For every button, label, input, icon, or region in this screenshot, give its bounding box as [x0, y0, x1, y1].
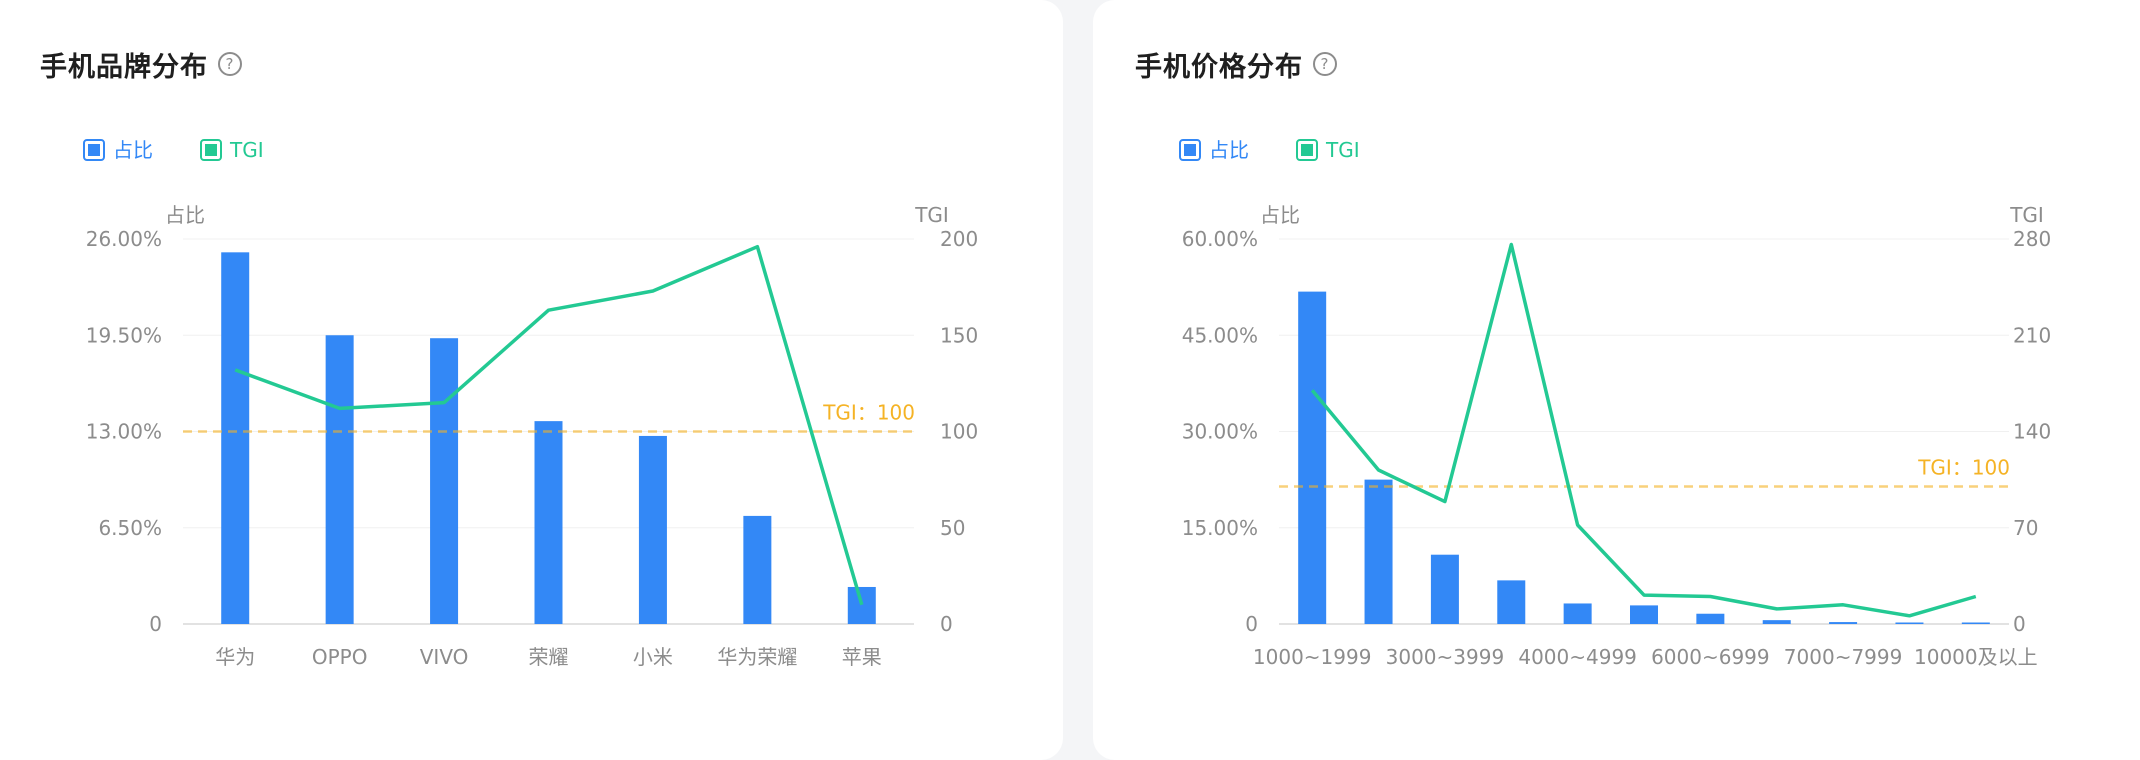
x-tick-label: 4000~4999	[1518, 645, 1637, 669]
tgi-reference-label: TGI：100	[1917, 456, 2010, 480]
y-tick-label: 26.00%	[86, 227, 162, 251]
bar-6500~6999[interactable]	[1762, 620, 1791, 624]
legend-label: 占比	[1209, 138, 1249, 162]
bar-5000~5999[interactable]	[1630, 605, 1658, 624]
bar-荣耀[interactable]	[534, 421, 563, 624]
x-tick-label: 6000~6999	[1651, 645, 1770, 669]
x-tick-label: VIVO	[420, 645, 469, 669]
chart-1: 占比 TGI 占比 TGI 0 6.50% 13.00% 19.50% 26.00% 0 50 100…	[83, 138, 978, 669]
y2-tick-label: 150	[940, 323, 978, 347]
chart-2: 占比 TGI 占比 TGI 0 15.00% 30.00% 45.00% 60.00% 0 70 14…	[1179, 138, 2051, 669]
bar-VIVO[interactable]	[430, 338, 459, 624]
bar-8000~9999[interactable]	[1895, 622, 1924, 625]
bar-2000~2999[interactable]	[1364, 479, 1393, 624]
x-tick-label: 华为荣耀	[717, 645, 797, 669]
tgi-reference-label: TGI：100	[822, 401, 915, 425]
bar-10000及以上[interactable]	[1961, 622, 1990, 625]
bar-4000~4999[interactable]	[1563, 603, 1592, 624]
y2-tick-label: 70	[2013, 516, 2038, 540]
legend-label: TGI	[229, 138, 264, 162]
bar-1000~1999[interactable]	[1298, 291, 1327, 624]
y-tick-label: 45.00%	[1182, 323, 1258, 347]
y-tick-label: 19.50%	[86, 323, 162, 347]
y2-tick-label: 140	[2013, 420, 2051, 444]
y2-tick-label: 280	[2013, 227, 2051, 251]
y2-axis-title: TGI	[2009, 203, 2044, 227]
y-tick-label: 30.00%	[1182, 420, 1258, 444]
x-tick-label: 7000~7999	[1784, 645, 1903, 669]
y2-tick-label: 0	[2013, 612, 2026, 636]
x-tick-label: 华为	[215, 645, 255, 669]
bar-3000~3999[interactable]	[1430, 554, 1459, 624]
y-tick-label: 15.00%	[1182, 516, 1258, 540]
bar-华为荣耀[interactable]	[743, 515, 772, 624]
legend-swatch	[1184, 144, 1196, 156]
legend-item-share[interactable]: 占比	[83, 138, 153, 162]
x-tick-label: 苹果	[842, 645, 882, 669]
legend-item-tgi[interactable]: TGI	[1296, 138, 1360, 162]
legend-swatch	[1301, 144, 1313, 156]
x-tick-label: 1000~1999	[1253, 645, 1372, 669]
x-tick-label: 小米	[633, 645, 673, 669]
y2-tick-label: 100	[940, 420, 978, 444]
legend-swatch	[205, 144, 217, 156]
legend-item-tgi[interactable]: TGI	[200, 138, 264, 162]
y-tick-label: 6.50%	[98, 516, 162, 540]
x-tick-label: 荣耀	[529, 645, 569, 669]
y-axis-title: 占比	[165, 203, 205, 227]
tgi-series-line[interactable]	[1310, 242, 1977, 618]
y-tick-label: 13.00%	[86, 420, 162, 444]
x-tick-label: 3000~3999	[1386, 645, 1505, 669]
y-tick-label: 0	[1245, 612, 1258, 636]
bar-3500~3999[interactable]	[1497, 580, 1526, 624]
y-axis-title: 占比	[1260, 203, 1300, 227]
y2-tick-label: 200	[940, 227, 978, 251]
x-tick-label: 10000及以上	[1914, 645, 2038, 669]
bar-小米[interactable]	[638, 435, 667, 624]
y2-tick-label: 50	[940, 516, 965, 540]
charts-canvas: 占比 TGI 占比 TGI 0 6.50% 13.00% 19.50% 26.00% 0 50 100…	[83, 138, 2051, 669]
legend-item-share[interactable]: 占比	[1179, 138, 1249, 162]
bar-6000~6999[interactable]	[1696, 613, 1725, 624]
x-tick-label: OPPO	[312, 645, 368, 669]
y2-tick-label: 0	[940, 612, 953, 636]
y2-axis-title: TGI	[914, 203, 949, 227]
bar-OPPO[interactable]	[325, 335, 354, 624]
bar-华为[interactable]	[221, 252, 250, 625]
y-tick-label: 0	[149, 612, 162, 636]
y2-tick-label: 210	[2013, 323, 2051, 347]
bar-7000~7999[interactable]	[1829, 622, 1858, 624]
legend-label: TGI	[1325, 138, 1360, 162]
legend-swatch	[88, 144, 100, 156]
legend-label: 占比	[113, 138, 153, 162]
y-tick-label: 60.00%	[1182, 227, 1258, 251]
